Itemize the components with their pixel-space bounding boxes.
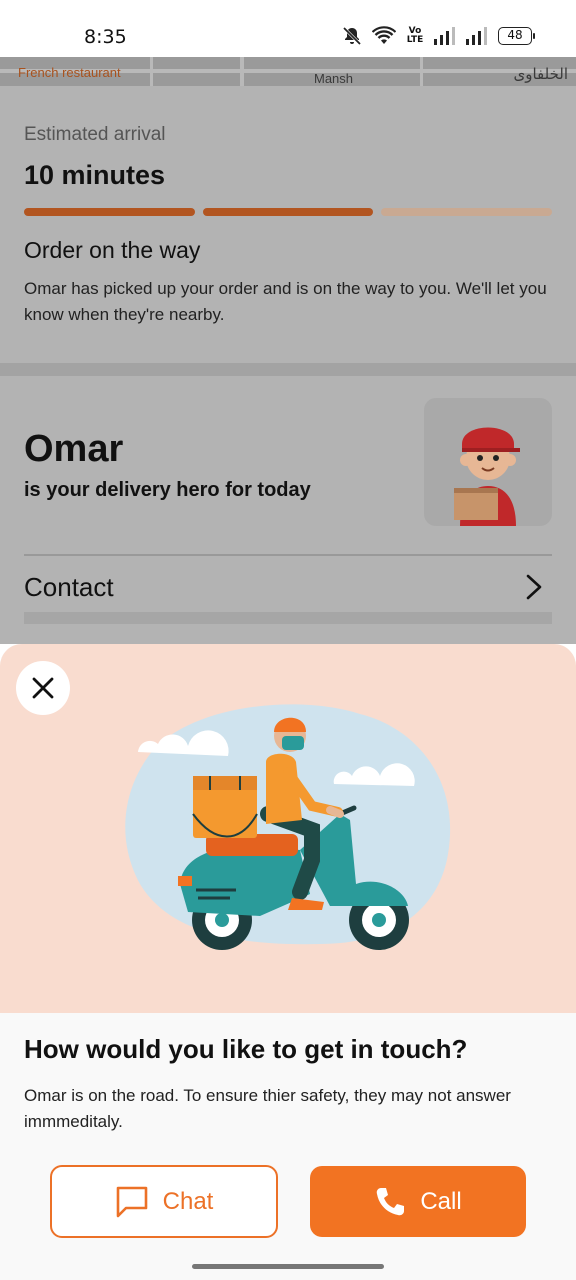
- status-bar: 8:35 Vo LTE 48: [0, 0, 576, 57]
- hero-avatar: [424, 398, 552, 526]
- section-divider: [0, 363, 576, 376]
- sheet-illustration-area: [0, 644, 576, 1013]
- battery-icon: 48: [498, 27, 535, 45]
- status-icons: Vo LTE 48: [342, 26, 535, 46]
- signal-icon: [434, 27, 455, 45]
- wifi-icon: [372, 26, 396, 44]
- progress-segment-done: [24, 208, 195, 216]
- mute-bell-icon: [342, 26, 362, 46]
- chat-button-label: Chat: [162, 1187, 214, 1215]
- scooter-delivery-illustration: [125, 704, 451, 950]
- hero-subtitle: is your delivery hero for today: [24, 479, 311, 501]
- contact-row-shadow: [24, 612, 552, 624]
- order-status-description: Omar has picked up your order and is on …: [24, 279, 547, 324]
- chat-bubble-icon: [116, 1186, 147, 1217]
- home-indicator[interactable]: [192, 1264, 384, 1269]
- close-icon: [32, 677, 54, 699]
- contact-divider: [24, 554, 552, 556]
- contact-bottom-sheet: How would you like to get in touch? Omar…: [0, 644, 576, 1280]
- chat-button[interactable]: Chat: [50, 1165, 278, 1238]
- contact-row[interactable]: Contact: [24, 562, 552, 612]
- estimated-arrival-label: Estimated arrival: [24, 124, 166, 145]
- call-button-label: Call: [420, 1187, 462, 1215]
- hero-name: Omar: [24, 428, 124, 470]
- map-label-restaurant: French restaurant: [18, 65, 121, 80]
- map-label-district: الخلفاوى: [513, 65, 568, 83]
- delivery-person-illustration: [454, 427, 520, 526]
- sheet-title: How would you like to get in touch?: [24, 1034, 468, 1064]
- order-progress-bar: [24, 208, 553, 216]
- contact-label: Contact: [24, 572, 114, 602]
- chevron-right-icon: [526, 574, 542, 600]
- phone-icon: [377, 1187, 405, 1215]
- order-status-title: Order on the way: [24, 237, 201, 263]
- estimated-arrival-value: 10 minutes: [24, 160, 166, 190]
- sheet-description: Omar is on the road. To ensure thier saf…: [24, 1086, 511, 1131]
- volte-icon: Vo LTE: [406, 26, 424, 45]
- call-button[interactable]: Call: [310, 1166, 526, 1237]
- map-view[interactable]: French restaurant Mansh الخلفاوى: [0, 57, 576, 86]
- status-time: 8:35: [84, 26, 127, 48]
- progress-segment-pending: [381, 208, 553, 216]
- map-label-street: Mansh: [314, 71, 354, 86]
- progress-segment-done: [202, 208, 374, 216]
- close-button[interactable]: [16, 661, 70, 715]
- signal-icon: [466, 27, 487, 45]
